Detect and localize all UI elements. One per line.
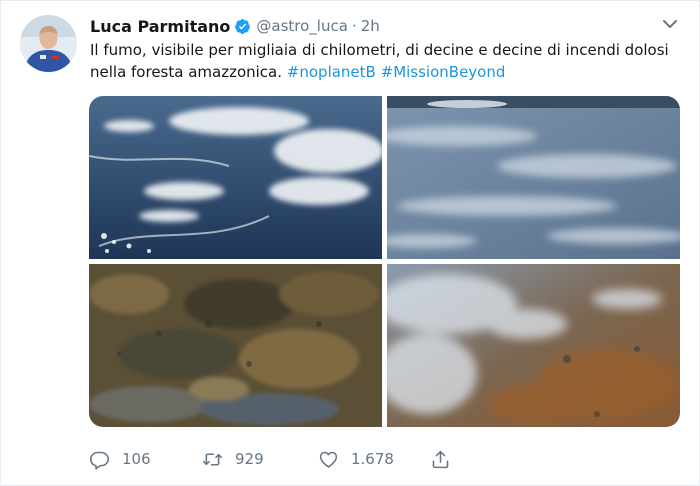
verified-badge-icon: [235, 18, 251, 34]
avatar-image: [20, 15, 77, 72]
fire-smoke-plumes-photo[interactable]: [387, 264, 680, 427]
timestamp[interactable]: 2h: [361, 17, 380, 35]
avatar[interactable]: [20, 15, 77, 72]
reply-count: 106: [122, 450, 151, 468]
share-icon: [432, 450, 449, 468]
tweet-body: Il fumo, visibile per migliaia di chilom…: [90, 41, 669, 81]
hashtag-noplanetb[interactable]: #noplanetB: [287, 63, 376, 81]
separator-dot: ·: [351, 17, 357, 35]
share-button[interactable]: [430, 446, 463, 472]
smoke-over-clouds-photo[interactable]: [89, 96, 382, 259]
hazy-smoke-cover-photo[interactable]: [387, 96, 680, 259]
caret-down-icon[interactable]: [661, 17, 679, 31]
reply-icon: [89, 451, 110, 469]
media-grid: [89, 96, 680, 427]
action-bar: 106 929 1.678: [89, 446, 469, 472]
retweet-icon: [202, 452, 223, 466]
like-count: 1.678: [351, 450, 394, 468]
author-name[interactable]: Luca Parmitano: [90, 17, 230, 36]
retweet-button[interactable]: 929: [202, 446, 264, 472]
reply-button[interactable]: 106: [89, 446, 151, 472]
forest-terrain-photo[interactable]: [89, 264, 382, 427]
tweet-header: Luca Parmitano @astro_luca · 2h: [90, 15, 380, 37]
retweet-count: 929: [235, 450, 264, 468]
like-icon: [319, 451, 338, 468]
author-handle[interactable]: @astro_luca: [256, 17, 348, 35]
tweet-text: Il fumo, visibile per migliaia di chilom…: [90, 39, 690, 83]
tweet-card[interactable]: Luca Parmitano @astro_luca · 2h Il fumo,…: [0, 0, 700, 486]
hashtag-missionbeyond[interactable]: #MissionBeyond: [381, 63, 506, 81]
like-button[interactable]: 1.678: [318, 446, 394, 472]
